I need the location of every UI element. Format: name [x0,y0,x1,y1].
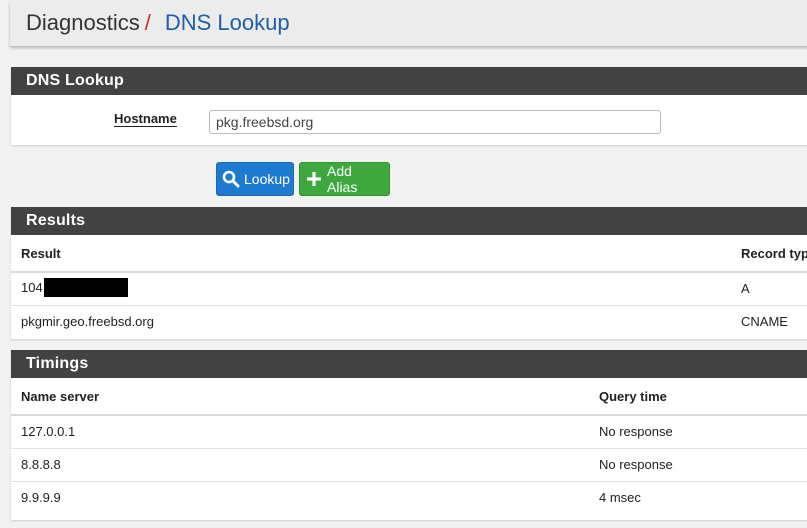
add-alias-button-label: Add Alias [327,163,358,195]
redaction-block [43,278,128,298]
results-panel: Results Result Record type 104 A pkgmir.… [11,207,807,339]
breadcrumb-current[interactable]: DNS Lookup [165,10,290,36]
hostname-label: Hostname [114,111,177,127]
hostname-input[interactable] [209,110,661,134]
column-header-result: Result [11,235,731,273]
plus-icon [305,170,323,188]
column-header-name-server: Name server [11,378,589,416]
table-row: pkgmir.geo.freebsd.org CNAME [11,305,807,338]
result-cell: pkgmir.geo.freebsd.org [21,314,154,330]
add-alias-button[interactable]: Add Alias [299,162,390,196]
result-cell: 104 [11,272,731,306]
column-header-query-time: Query time [589,378,807,416]
table-row: 127.0.0.1 No response [11,415,807,449]
page-header: Diagnostics / DNS Lookup [10,0,807,46]
result-value: 104 [21,280,43,296]
results-panel-title: Results [11,207,807,235]
name-server-cell: 9.9.9.9 [21,490,61,506]
query-time-cell: No response [589,415,807,449]
breadcrumb-root[interactable]: Diagnostics [26,10,140,36]
breadcrumb-separator: / [144,10,151,35]
results-table: Result Record type 104 A pkgmir.geo.free… [11,235,807,338]
results-header-row: Result Record type [11,235,807,273]
lookup-button[interactable]: Lookup [216,162,294,196]
dns-lookup-panel: DNS Lookup Hostname [11,67,807,145]
timings-table: Name server Query time 127.0.0.1 No resp… [11,378,807,514]
lookup-button-label: Lookup [244,171,290,187]
hostname-row: Hostname [11,95,807,145]
table-row: 8.8.8.8 No response [11,448,807,482]
query-time-cell: 4 msec [599,490,641,506]
table-row: 104 A [11,272,807,306]
timings-panel-title: Timings [11,350,807,378]
column-header-record-type: Record type [731,235,807,273]
record-type-cell: CNAME [741,314,788,330]
timings-header-row: Name server Query time [11,378,807,416]
query-time-cell: No response [589,448,807,482]
timings-panel: Timings Name server Query time 127.0.0.1… [11,350,807,520]
record-type-cell: A [731,272,807,306]
search-icon [222,170,240,188]
name-server-cell: 127.0.0.1 [11,415,589,449]
table-row: 9.9.9.9 4 msec [11,481,807,514]
dns-lookup-panel-title: DNS Lookup [11,67,807,95]
name-server-cell: 8.8.8.8 [11,448,589,482]
